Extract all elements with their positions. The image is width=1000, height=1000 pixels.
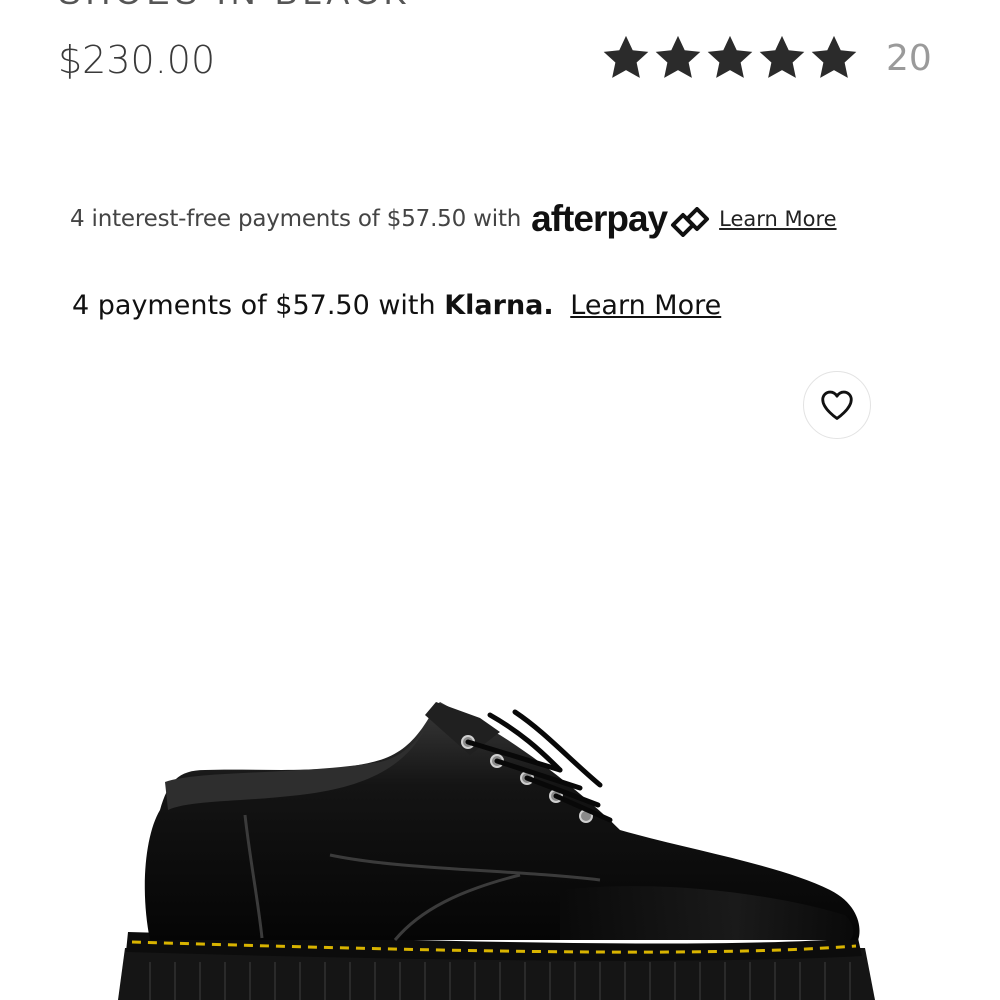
afterpay-learn-more-link[interactable]: Learn More (719, 207, 836, 231)
rating-summary[interactable]: 20 (600, 32, 932, 84)
afterpay-installments: 4 interest-free payments of $57.50 with … (70, 198, 837, 240)
klarna-learn-more-link[interactable]: Learn More (570, 290, 721, 321)
afterpay-text: 4 interest-free payments of $57.50 with (70, 206, 522, 232)
klarna-brand: Klarna. (444, 290, 554, 321)
star-icon (704, 32, 756, 84)
star-icon (808, 32, 860, 84)
star-icon (600, 32, 652, 84)
shoe-image (118, 702, 875, 1000)
heart-icon (818, 386, 856, 424)
afterpay-brand: afterpay (531, 198, 668, 239)
afterpay-arrows-icon (667, 201, 711, 237)
product-price: $230.00 (58, 38, 216, 82)
klarna-installments: 4 payments of $57.50 with Klarna. Learn … (72, 290, 721, 321)
wishlist-button[interactable] (803, 371, 871, 439)
star-rating (600, 32, 860, 84)
product-image[interactable] (0, 470, 1000, 1000)
afterpay-logo: afterpay (531, 198, 711, 240)
star-icon (652, 32, 704, 84)
star-icon (756, 32, 808, 84)
review-count[interactable]: 20 (886, 38, 932, 79)
klarna-text: 4 payments of $57.50 with (72, 290, 436, 321)
product-title: SHOES IN BLACK (58, 0, 411, 13)
product-page: SHOES IN BLACK $230.00 20 4 interest-fre… (0, 0, 1000, 1000)
